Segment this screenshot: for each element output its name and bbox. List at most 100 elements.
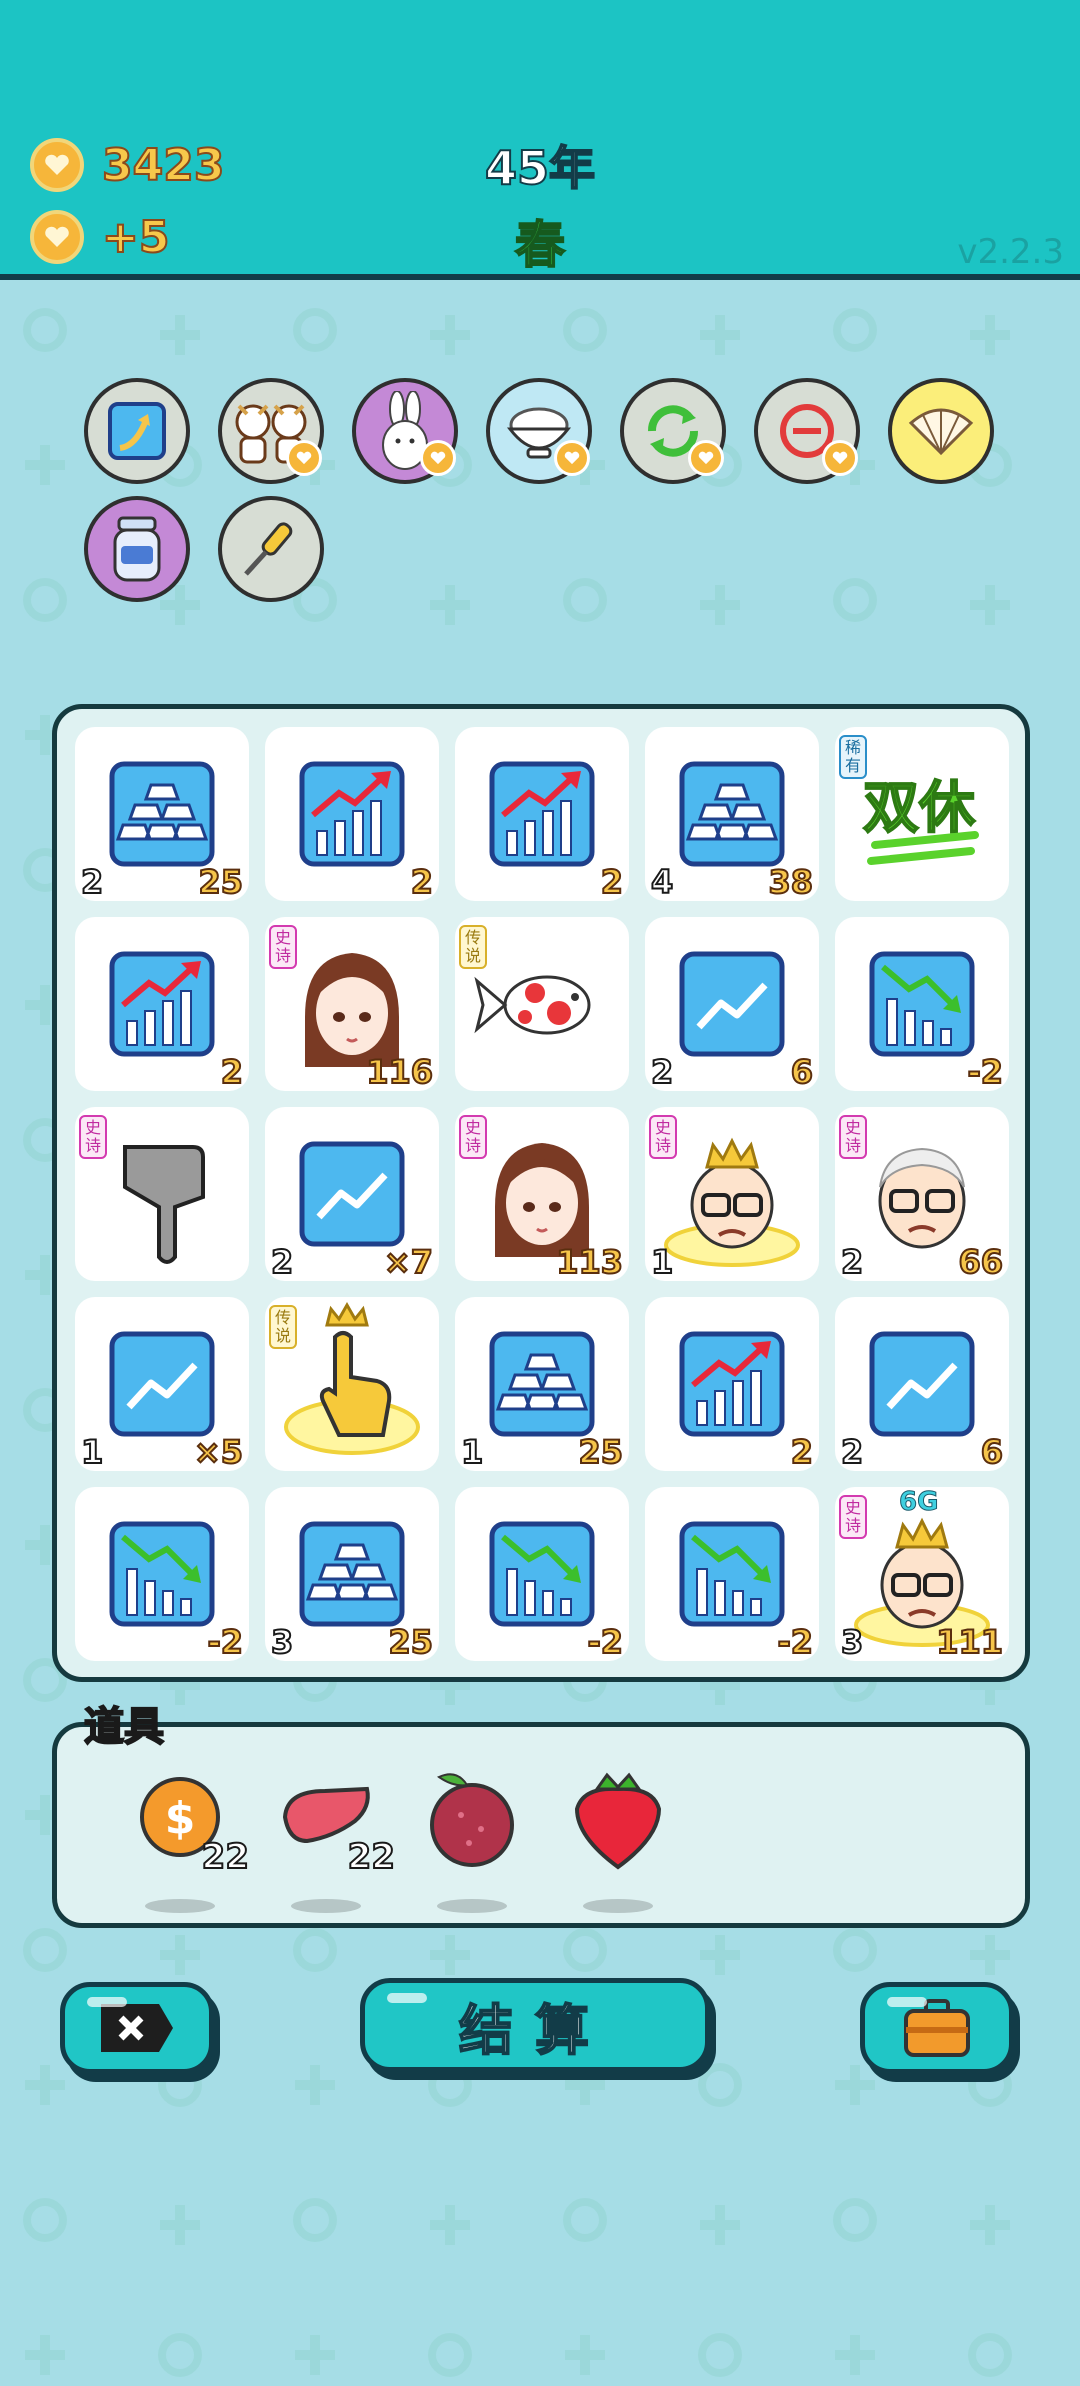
board-cell[interactable]: 2 <box>455 727 629 902</box>
settle-button[interactable]: 结算 <box>360 1978 710 2072</box>
strawberry-icon <box>574 1772 662 1870</box>
cell-value: 113 <box>555 1242 624 1282</box>
jar-icon[interactable] <box>84 496 190 602</box>
shell-icon[interactable] <box>888 378 994 484</box>
tool-shadow <box>437 1899 507 1913</box>
rice-bowl-icon[interactable] <box>486 378 592 484</box>
cell-value: 25 <box>387 1622 434 1662</box>
cell-value: 25 <box>577 1432 624 1472</box>
cell-value: 2 <box>220 1052 244 1092</box>
board-cell[interactable]: 26 <box>645 917 819 1092</box>
tool-lychee[interactable] <box>417 1767 527 1913</box>
board-cell[interactable]: 史诗 2 66 <box>835 1107 1009 1282</box>
rarity-tag: 史诗 <box>459 1115 487 1159</box>
cell-count: 2 <box>270 1242 294 1282</box>
tool-count: 22 <box>201 1836 250 1878</box>
board-cell[interactable]: 2 <box>75 917 249 1092</box>
svg-text:$: $ <box>165 1793 196 1844</box>
cell-count: 2 <box>840 1432 864 1472</box>
rarity-tag: 史诗 <box>649 1115 677 1159</box>
version-label: v2.2.3 <box>957 232 1064 272</box>
board-cell[interactable]: 传说 <box>455 917 629 1091</box>
tool-shadow <box>145 1899 215 1913</box>
cell-value: 6 <box>980 1432 1004 1472</box>
minus-remove-icon[interactable] <box>754 378 860 484</box>
rarity-tag: 传说 <box>459 925 487 969</box>
cell-value: 2 <box>410 862 434 902</box>
tool-liver[interactable]: 22 <box>271 1767 396 1913</box>
season-label: 春 <box>514 215 566 275</box>
board-cell[interactable]: 2 ×7 <box>265 1107 439 1282</box>
lychee-icon <box>430 1773 514 1867</box>
board-cell[interactable]: 史诗 116 <box>265 917 439 1092</box>
cell-value: 2 <box>790 1432 814 1472</box>
cell-count: 4 <box>650 862 674 902</box>
cell-value: -2 <box>206 1622 244 1662</box>
rabbit-icon[interactable] <box>352 378 458 484</box>
board-cell[interactable]: -2 <box>75 1487 249 1662</box>
tool-count: 22 <box>347 1836 396 1878</box>
cell-value: -2 <box>776 1622 814 1662</box>
cell-count: 3 <box>270 1622 294 1662</box>
board-cell[interactable]: 4 38 <box>645 727 819 902</box>
tool-shadow <box>291 1899 361 1913</box>
board-cell[interactable]: 2 <box>265 727 439 902</box>
board-cell[interactable]: 1 25 <box>455 1297 629 1472</box>
screwdriver-icon[interactable] <box>218 496 324 602</box>
tools-label: 道具 <box>83 1703 165 1751</box>
arrow-upgrade-icon[interactable] <box>84 378 190 484</box>
button-shine <box>387 1993 427 2003</box>
refresh-icon[interactable] <box>620 378 726 484</box>
tool-strawberry[interactable] <box>563 1767 673 1913</box>
board-cell[interactable]: 26 <box>835 1297 1009 1472</box>
rarity-tag: 史诗 <box>79 1115 107 1159</box>
board-cell[interactable]: 3 25 <box>265 1487 439 1662</box>
board-cell[interactable]: 2 25 <box>75 727 249 902</box>
cell-value: 38 <box>767 862 814 902</box>
heart-badge-icon <box>420 440 456 476</box>
cell-count: 2 <box>840 1242 864 1282</box>
board-cell[interactable]: 史诗 <box>75 1107 249 1281</box>
board-cell[interactable]: 史诗 1 <box>645 1107 819 1282</box>
cell-value: -2 <box>966 1052 1004 1092</box>
board-cell[interactable]: -2 <box>645 1487 819 1662</box>
cell-value: 6 <box>790 1052 814 1092</box>
top-header: 3423 +5 45年 春 v2.2.3 <box>0 0 1080 280</box>
rarity-tag: 史诗 <box>839 1115 867 1159</box>
cell-value: 2 <box>600 862 624 902</box>
rarity-tag: 传说 <box>269 1305 297 1349</box>
tool-shadow <box>583 1899 653 1913</box>
board-cell[interactable]: 2 <box>645 1297 819 1472</box>
rarity-tag: 稀有 <box>839 735 867 779</box>
cell-count: 1 <box>460 1432 484 1472</box>
board-cell[interactable]: 6G 史诗 3 111 <box>835 1487 1009 1662</box>
cell-value: ×7 <box>383 1242 434 1282</box>
heart-badge-icon <box>822 440 858 476</box>
board-cell[interactable]: 双休稀有 <box>835 727 1009 901</box>
cell-value: 25 <box>197 862 244 902</box>
cell-count: 2 <box>80 862 104 902</box>
close-x-icon <box>101 2004 173 2052</box>
tool-dollar-coin[interactable]: $ 22 <box>125 1767 250 1913</box>
board-cell[interactable]: -2 <box>835 917 1009 1092</box>
cow-girls-icon[interactable] <box>218 378 324 484</box>
board-cell[interactable]: 史诗 113 <box>455 1107 629 1282</box>
board-cell[interactable]: -2 <box>455 1487 629 1662</box>
board-cell[interactable]: 传说 <box>265 1297 439 1471</box>
cell-value: 116 <box>365 1052 434 1092</box>
cell-value: ×5 <box>193 1432 244 1472</box>
cell-count: 1 <box>650 1242 674 1282</box>
settle-label: 结算 <box>458 1998 611 2063</box>
heart-badge-icon <box>688 440 724 476</box>
game-board: 2 25 2 2 4 38 双休稀有 2 史诗 116 传说 2 6 -2 史诗 2 ×7 史诗 113 史诗 1 史诗 2… <box>52 704 1030 1682</box>
button-shine <box>87 1997 127 2007</box>
cell-value: 111 <box>935 1622 1004 1662</box>
cell-value: 66 <box>957 1242 1004 1282</box>
cell-value: -2 <box>586 1622 624 1662</box>
bag-button[interactable] <box>860 1982 1014 2074</box>
button-shine <box>887 1997 927 2007</box>
close-button[interactable] <box>60 1982 214 2074</box>
heart-badge-icon <box>286 440 322 476</box>
board-cell[interactable]: 1 ×5 <box>75 1297 249 1472</box>
heart-badge-icon <box>554 440 590 476</box>
